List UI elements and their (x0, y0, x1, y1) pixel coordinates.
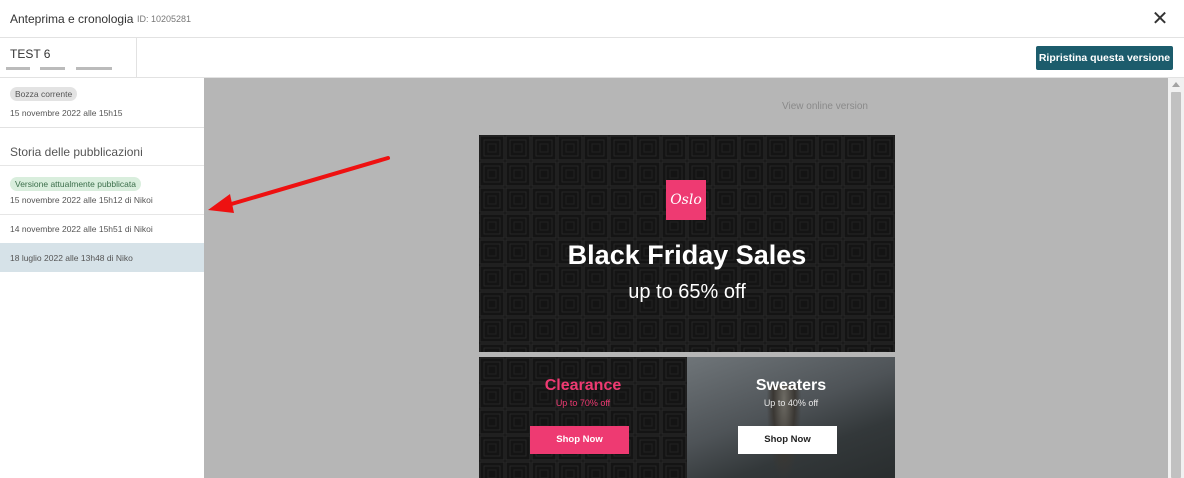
version-date: 18 luglio 2022 alle 13h48 di Niko (10, 253, 133, 263)
divider (0, 165, 204, 166)
version-toolbar: TEST 6 Ripristina questa versione (0, 38, 1184, 78)
scroll-thumb[interactable] (1171, 92, 1181, 478)
redacted-text (76, 67, 112, 70)
redacted-text (40, 67, 65, 70)
sweaters-panel: Sweaters Up to 40% off Shop Now (687, 357, 895, 478)
version-date: 15 novembre 2022 alle 15h12 di Nikoi (10, 195, 153, 205)
version-date: 14 novembre 2022 alle 15h51 di Nikoi (10, 224, 153, 234)
current-draft-item[interactable]: Bozza corrente 15 novembre 2022 alle 15h… (0, 78, 204, 128)
redacted-text (6, 67, 30, 70)
history-sidebar: Bozza corrente 15 novembre 2022 alle 15h… (0, 78, 204, 478)
modal-header: Anteprima e cronologia ID: 10205281 ✕ (0, 0, 1184, 38)
scroll-up-icon[interactable] (1172, 82, 1180, 87)
clearance-title: Clearance (544, 377, 622, 394)
oslo-logo: Oslo (666, 180, 706, 220)
document-id: ID: 10205281 (137, 14, 192, 24)
draft-date: 15 novembre 2022 alle 15h15 (10, 108, 123, 118)
sweaters-shop-button[interactable]: Shop Now (738, 426, 837, 454)
divider (0, 214, 204, 215)
sweaters-title: Sweaters (755, 377, 827, 394)
test-info: TEST 6 (0, 38, 137, 77)
published-badge: Versione attualmente pubblicata (10, 177, 141, 191)
test-name: TEST 6 (10, 47, 51, 61)
email-preview: View online version Oslo Black Friday Sa… (204, 78, 1168, 478)
hero-title: Black Friday Sales (567, 240, 807, 270)
history-title: Storia delle pubblicazioni (10, 145, 143, 159)
view-online-link[interactable]: View online version (782, 101, 868, 112)
close-icon[interactable]: ✕ (1150, 9, 1170, 29)
clearance-subtitle: Up to 70% off (555, 398, 611, 408)
version-item-selected[interactable]: 18 luglio 2022 alle 13h48 di Niko (0, 243, 204, 272)
sweaters-subtitle: Up to 40% off (763, 398, 819, 408)
pattern-background (479, 357, 687, 478)
draft-badge: Bozza corrente (10, 87, 78, 101)
restore-version-button[interactable]: Ripristina questa versione (1036, 46, 1173, 70)
preview-scrollbar[interactable] (1168, 78, 1184, 478)
clearance-shop-button[interactable]: Shop Now (530, 426, 629, 454)
hero-subtitle: up to 65% off (628, 281, 746, 303)
modal-title: Anteprima e cronologia (10, 12, 134, 26)
hero-banner: Oslo Black Friday Sales up to 65% off (479, 135, 895, 352)
clearance-panel: Clearance Up to 70% off Shop Now (479, 357, 687, 478)
